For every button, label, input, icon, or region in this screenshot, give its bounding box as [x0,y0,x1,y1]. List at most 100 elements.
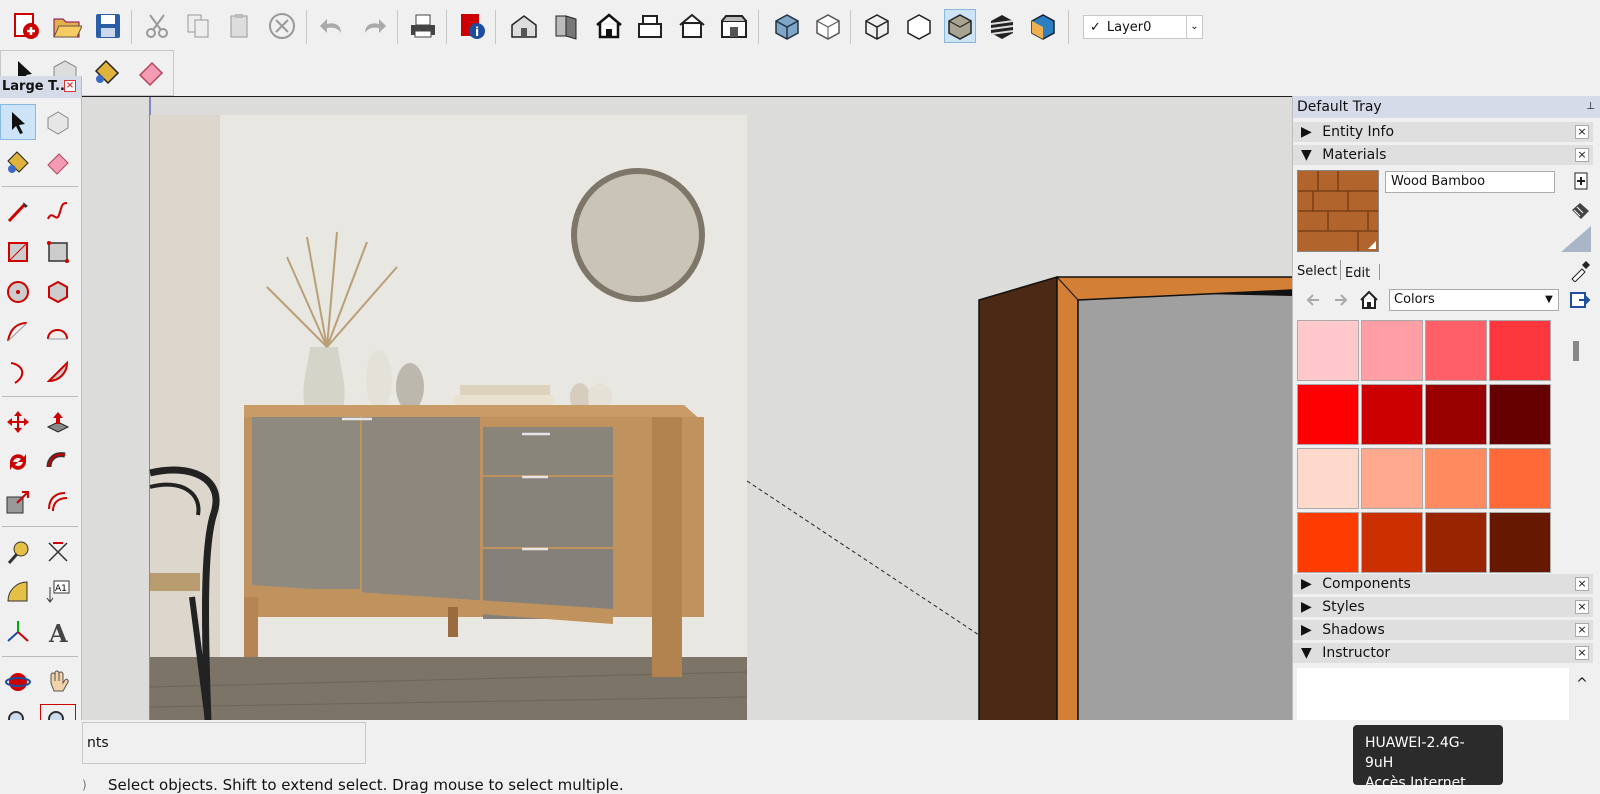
circle-tool-icon[interactable] [0,274,36,310]
move-tool-icon[interactable] [0,404,36,440]
iso-view-icon[interactable] [508,9,540,43]
pin-icon[interactable]: ⊥ [1586,96,1595,118]
eyedropper-icon[interactable] [1569,260,1591,283]
back-edges-icon[interactable] [812,9,844,43]
scroll-up-icon[interactable]: ^ [1573,676,1591,694]
polygon-tool-icon[interactable] [40,274,76,310]
color-swatch[interactable] [1489,512,1551,573]
collection-select[interactable]: Colors ▼ [1389,289,1559,311]
select-tool-icon[interactable] [0,104,36,140]
dimension-tool-icon[interactable] [40,534,76,570]
scale-tool-icon[interactable] [0,484,36,520]
tab-edit[interactable]: Edit [1345,266,1370,281]
color-swatch[interactable] [1297,512,1359,573]
orbit-tool-icon[interactable] [0,664,36,700]
paint-bucket-tool-icon[interactable] [0,144,36,180]
top-view-icon[interactable] [550,9,582,43]
color-swatch[interactable] [1361,384,1423,445]
model-viewport[interactable] [82,96,1292,720]
close-icon[interactable]: × [1575,125,1589,139]
monochrome-icon[interactable] [1027,9,1059,43]
color-swatch[interactable] [1489,320,1551,381]
rectangle-tool-icon[interactable] [0,234,36,270]
3d-text-icon[interactable]: A [40,614,76,650]
wireframe-icon[interactable] [861,9,893,43]
close-icon[interactable]: × [1575,577,1589,591]
close-icon[interactable]: × [64,80,76,92]
material-name-input[interactable]: Wood Bamboo [1385,171,1555,193]
pan-hand-icon[interactable] [40,664,76,700]
paint-bucket-icon[interactable] [91,55,123,89]
measurements-input[interactable] [163,727,359,759]
back-view-icon[interactable] [676,9,708,43]
erase-icon[interactable] [266,9,298,43]
rotated-rectangle-tool-icon[interactable] [40,234,76,270]
color-swatch[interactable] [1297,448,1359,509]
color-swatch[interactable] [1425,448,1487,509]
left-view-icon[interactable] [718,9,750,43]
color-swatch[interactable] [1425,512,1487,573]
tape-measure-icon[interactable] [0,534,36,570]
copy-icon[interactable] [182,9,214,43]
color-swatch[interactable] [1489,384,1551,445]
color-swatch[interactable] [1489,448,1551,509]
right-view-icon[interactable] [634,9,666,43]
section-materials[interactable]: ▼ Materials × [1293,145,1593,165]
sample-paint-icon[interactable] [1561,226,1591,252]
chevron-down-icon[interactable]: ▼ [1540,290,1558,310]
color-swatch[interactable] [1361,512,1423,573]
color-swatch[interactable] [1425,384,1487,445]
forward-arrow-icon[interactable] [1331,290,1351,310]
section-entity-info[interactable]: ▶ Entity Info × [1293,122,1593,142]
eraser-tool-icon[interactable] [40,144,76,180]
shaded-icon[interactable] [944,9,976,43]
tab-select[interactable]: Select [1297,264,1337,279]
line-tool-icon[interactable] [0,194,36,230]
paint-material-icon[interactable] [1569,200,1591,222]
xray-style-icon[interactable] [771,9,803,43]
color-swatch[interactable] [1297,384,1359,445]
close-icon[interactable]: × [1575,148,1589,162]
new-file-icon[interactable] [10,9,42,43]
open-folder-icon[interactable] [51,9,83,43]
print-icon[interactable] [407,9,439,43]
pie-tool-icon[interactable] [40,354,76,390]
chevron-down-icon[interactable]: ⌄ [1186,16,1202,38]
component-tool-icon[interactable] [40,104,76,140]
section-styles[interactable]: ▶ Styles × [1293,597,1593,617]
protractor-icon[interactable] [0,574,36,610]
section-shadows[interactable]: ▶ Shadows × [1293,620,1593,640]
freehand-tool-icon[interactable] [40,194,76,230]
eraser-icon[interactable] [135,55,167,89]
details-icon[interactable] [1569,289,1591,311]
create-material-icon[interactable] [1573,171,1589,191]
follow-me-tool-icon[interactable] [40,444,76,480]
close-icon[interactable]: × [1575,623,1589,637]
text-tool-icon[interactable]: A1 [40,574,76,610]
cut-icon[interactable] [141,9,173,43]
color-swatch[interactable] [1361,320,1423,381]
axes-tool-icon[interactable] [0,614,36,650]
undo-icon[interactable] [316,9,348,43]
scrollbar-thumb[interactable] [1573,341,1579,361]
redo-icon[interactable] [358,9,390,43]
close-icon[interactable]: × [1575,600,1589,614]
front-view-icon[interactable] [593,9,625,43]
section-instructor[interactable]: ▼ Instructor × [1293,643,1593,663]
layer-select[interactable]: ✓ Layer0 ⌄ [1083,15,1203,39]
home-icon[interactable] [1359,290,1379,310]
two-point-arc-tool-icon[interactable] [40,314,76,350]
paste-icon[interactable] [223,9,255,43]
offset-tool-icon[interactable] [40,484,76,520]
model-info-icon[interactable]: i [456,9,488,43]
color-swatch[interactable] [1425,320,1487,381]
section-components[interactable]: ▶ Components × [1293,574,1593,594]
color-swatch[interactable] [1297,320,1359,381]
cabinet-model[interactable] [978,275,1292,720]
back-arrow-icon[interactable] [1303,290,1323,310]
save-icon[interactable] [92,9,124,43]
arc-tool-icon[interactable] [0,314,36,350]
rotate-tool-icon[interactable] [0,444,36,480]
close-icon[interactable]: × [1575,646,1589,660]
color-swatch[interactable] [1361,448,1423,509]
